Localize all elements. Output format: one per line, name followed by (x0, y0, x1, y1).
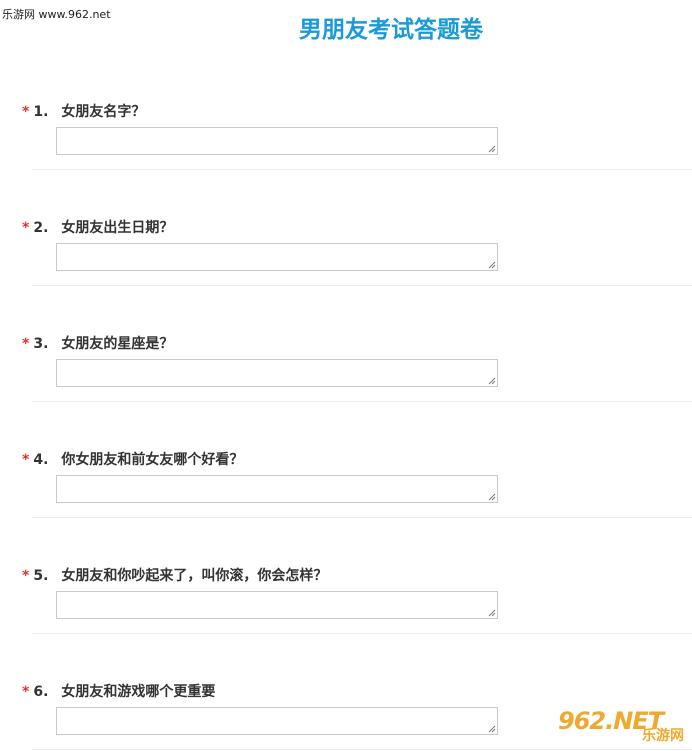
logo-sub-text: 乐游网 (642, 728, 684, 744)
question-5-heading: * 5. 女朋友和你吵起来了，叫你滚，你会怎样？ (22, 565, 327, 585)
divider (32, 285, 692, 286)
resize-grip-icon[interactable] (487, 260, 496, 269)
question-4-heading: * 4. 你女朋友和前女友哪个好看？ (22, 449, 243, 469)
question-text: 女朋友出生日期？ (61, 220, 174, 236)
resize-grip-icon[interactable] (487, 376, 496, 385)
answer-textarea-2[interactable] (56, 243, 498, 271)
question-number: 6. (33, 684, 49, 700)
required-marker: * (22, 452, 30, 468)
answer-textarea-6[interactable] (56, 707, 498, 735)
question-text: 女朋友和你吵起来了，叫你滚，你会怎样？ (61, 568, 328, 584)
question-1-heading: * 1. 女朋友名字？ (22, 101, 145, 121)
question-number: 4. (33, 452, 49, 468)
divider (32, 517, 692, 518)
resize-grip-icon[interactable] (487, 608, 496, 617)
question-3-heading: * 3. 女朋友的星座是？ (22, 333, 173, 353)
resize-grip-icon[interactable] (487, 724, 496, 733)
question-text: 女朋友名字？ (61, 104, 146, 120)
question-2-heading: * 2. 女朋友出生日期？ (22, 217, 173, 237)
question-number: 3. (33, 336, 49, 352)
required-marker: * (22, 336, 30, 352)
divider (32, 401, 692, 402)
resize-grip-icon[interactable] (487, 144, 496, 153)
required-marker: * (22, 568, 30, 584)
answer-textarea-4[interactable] (56, 475, 498, 503)
question-text: 女朋友和游戏哪个更重要 (61, 684, 216, 700)
divider (32, 633, 692, 634)
answer-textarea-5[interactable] (56, 591, 498, 619)
divider (32, 749, 692, 750)
question-text: 你女朋友和前女友哪个好看？ (61, 452, 244, 468)
required-marker: * (22, 104, 30, 120)
question-number: 1. (33, 104, 49, 120)
page-title: 男朋友考试答题卷 (299, 17, 483, 43)
site-logo: 962.NET 乐游网 (558, 707, 686, 745)
answer-textarea-1[interactable] (56, 127, 498, 155)
question-number: 2. (33, 220, 49, 236)
required-marker: * (22, 220, 30, 236)
answer-textarea-3[interactable] (56, 359, 498, 387)
resize-grip-icon[interactable] (487, 492, 496, 501)
question-text: 女朋友的星座是？ (61, 336, 174, 352)
required-marker: * (22, 684, 30, 700)
divider (32, 169, 692, 170)
question-number: 5. (33, 568, 49, 584)
question-6-heading: * 6. 女朋友和游戏哪个更重要 (22, 681, 215, 701)
